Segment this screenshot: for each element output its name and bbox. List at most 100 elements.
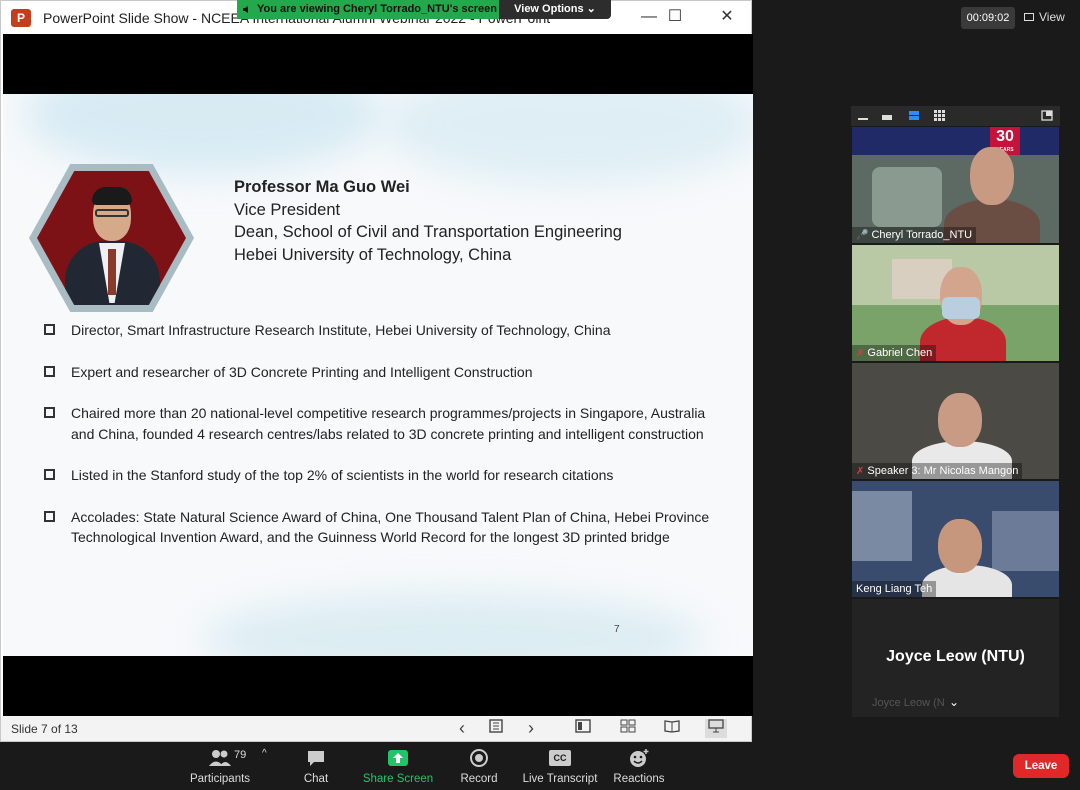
participant-name: Joyce Leow (NTU) <box>886 648 1025 665</box>
reading-view-icon[interactable] <box>661 719 683 738</box>
bullet-item: Chaired more than 20 national-level comp… <box>41 403 731 444</box>
photo-tie <box>108 249 116 295</box>
powerpoint-window: P PowerPoint Slide Show - NCEEA Internat… <box>0 0 753 742</box>
share-screen-button[interactable]: Share Screen <box>360 746 436 788</box>
bullet-item: Listed in the Stanford study of the top … <box>41 465 731 486</box>
leave-button[interactable]: Leave <box>1013 754 1069 778</box>
speaker-dept: Dean, School of Civil and Transportation… <box>234 223 622 241</box>
mic-icon: 🎤 <box>856 230 869 241</box>
chevron-down-icon[interactable]: ⌄ <box>949 695 959 709</box>
checkbox-bullet-icon <box>44 365 55 377</box>
bullet-text: Listed in the Stanford study of the top … <box>71 467 614 483</box>
live-transcript-button[interactable]: CC Live Transcript <box>520 746 600 788</box>
face-mask <box>942 297 980 319</box>
letterbox-bottom <box>3 656 753 716</box>
bullet-item: Accolades: State Natural Science Award o… <box>41 507 731 548</box>
checkbox-bullet-icon <box>44 324 55 335</box>
exit-pip-icon[interactable] <box>1041 110 1053 121</box>
normal-view-icon[interactable] <box>572 719 594 738</box>
reactions-label: Reactions <box>613 773 665 785</box>
gallery-view-icon[interactable] <box>934 110 946 121</box>
record-button[interactable]: Record <box>452 746 506 788</box>
close-button[interactable]: ✕ <box>713 6 741 28</box>
hide-video-icon[interactable] <box>881 110 893 121</box>
chat-label: Chat <box>303 773 329 785</box>
slide-background-wash <box>203 594 703 656</box>
participants-count: 79 <box>234 749 247 761</box>
view-options-button[interactable]: View Options ⌄ <box>499 0 611 19</box>
speaker-org: Hebei University of Technology, China <box>234 245 512 264</box>
ntu-banner <box>852 127 1059 155</box>
speaker-info: Professor Ma Guo Wei Vice President Dean… <box>234 176 622 266</box>
speaker-icon <box>243 6 248 13</box>
participant-tile[interactable]: 30 YEARS 🎤 Cheryl Torrado_NTU <box>852 127 1059 243</box>
bullet-text: Accolades: State Natural Science Award o… <box>71 508 710 546</box>
speaker-view-icon[interactable] <box>908 110 920 121</box>
minimize-button[interactable]: — <box>635 6 663 28</box>
next-slide-button[interactable]: › <box>520 719 542 738</box>
participants-caret-icon[interactable]: ^ <box>262 748 267 759</box>
participant-face <box>938 393 982 447</box>
background-skyline <box>992 511 1059 571</box>
participants-icon <box>209 750 231 766</box>
participant-tile[interactable]: Joyce Leow (NTU) Joyce Leow (N ⌄ <box>852 599 1059 717</box>
chat-icon <box>308 751 324 766</box>
grid-view-icon <box>1024 13 1034 21</box>
live-transcript-label: Live Transcript <box>522 773 598 785</box>
share-banner-text: You are viewing Cheryl Torrado_NTU's scr… <box>257 3 498 15</box>
slide-background-wash <box>383 94 753 184</box>
ppt-status-bar: Slide 7 of 13 ‹ › <box>1 716 751 741</box>
view-label: View <box>1039 10 1065 24</box>
speaker-name: Professor Ma Guo Wei <box>234 178 410 196</box>
bullet-list: Director, Smart Infrastructure Research … <box>41 320 731 569</box>
closed-caption-icon: CC <box>549 750 571 766</box>
participant-tile[interactable]: ✗ Gabriel Chen <box>852 245 1059 361</box>
speaker-photo <box>29 164 194 312</box>
campus-aerial <box>872 167 942 227</box>
checkbox-bullet-icon <box>44 469 55 480</box>
participant-name: ✗ Gabriel Chen <box>852 345 937 361</box>
participant-name-overlay: Joyce Leow (N <box>872 697 945 709</box>
participant-name: ✗ Speaker 3: Mr Nicolas Mangon <box>852 463 1023 479</box>
speaker-role: Vice President <box>234 200 341 219</box>
participant-face <box>938 519 982 573</box>
participant-tile[interactable]: ✗ Speaker 3: Mr Nicolas Mangon <box>852 363 1059 479</box>
letterbox-top <box>3 34 753 94</box>
participant-tile[interactable]: Keng Liang Teh <box>852 481 1059 597</box>
maximize-button[interactable]: ☐ <box>661 6 689 28</box>
participants-label: Participants <box>189 773 251 785</box>
participant-name: 🎤 Cheryl Torrado_NTU <box>852 227 977 243</box>
bullet-text: Chaired more than 20 national-level comp… <box>71 405 706 442</box>
checkbox-bullet-icon <box>44 510 55 522</box>
reactions-icon <box>630 749 649 767</box>
share-screen-label: Share Screen <box>362 773 434 785</box>
participant-name: Keng Liang Teh <box>852 581 937 597</box>
chat-button[interactable]: Chat <box>290 746 342 788</box>
reactions-button[interactable]: Reactions <box>610 746 668 788</box>
muted-mic-icon: ✗ <box>856 466 865 477</box>
background-building <box>852 491 912 561</box>
share-screen-icon <box>388 750 408 766</box>
bullet-text: Expert and researcher of 3D Concrete Pri… <box>71 363 533 380</box>
view-button[interactable]: View <box>1024 7 1074 27</box>
record-icon <box>470 749 488 767</box>
slideshow-view-icon[interactable] <box>705 719 727 738</box>
bullet-item: Director, Smart Infrastructure Research … <box>41 320 731 341</box>
meeting-timer: 00:09:02 <box>961 7 1015 29</box>
minimize-video-icon[interactable] <box>857 110 869 121</box>
muted-mic-icon: ✗ <box>856 348 865 359</box>
anniversary-number: 30 <box>996 128 1014 145</box>
record-label: Record <box>460 773 498 785</box>
all-slides-icon[interactable] <box>485 719 507 738</box>
photo-hair <box>92 187 132 205</box>
previous-slide-button[interactable]: ‹ <box>451 719 473 738</box>
slide-sorter-icon[interactable] <box>617 719 639 738</box>
photo-glasses <box>95 209 129 217</box>
bullet-text: Director, Smart Infrastructure Research … <box>71 322 611 338</box>
slide-count: Slide 7 of 13 <box>11 722 78 736</box>
screen-share-banner: You are viewing Cheryl Torrado_NTU's scr… <box>237 0 499 19</box>
participant-face <box>970 147 1014 205</box>
slide: Professor Ma Guo Wei Vice President Dean… <box>3 94 753 656</box>
powerpoint-logo-icon: P <box>11 9 31 27</box>
gallery-toolbar <box>851 106 1060 126</box>
